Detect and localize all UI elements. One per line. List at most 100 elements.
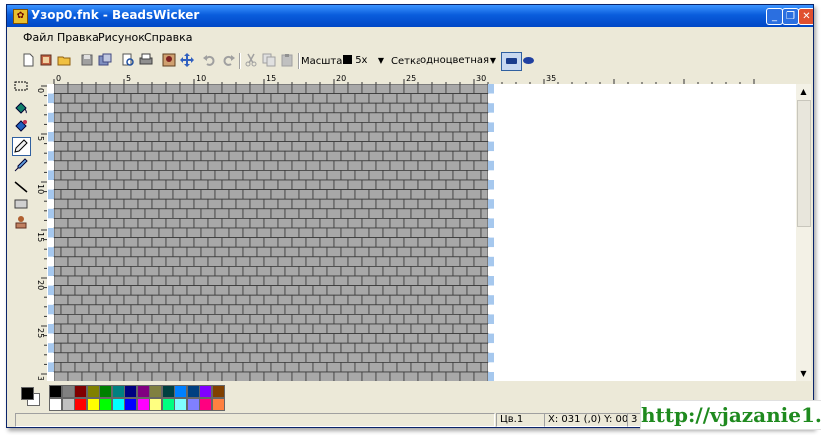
bead[interactable] — [333, 122, 349, 133]
bead[interactable] — [214, 285, 230, 296]
bead[interactable] — [242, 93, 258, 104]
bead[interactable] — [88, 265, 104, 277]
palette-swatch[interactable] — [86, 385, 100, 398]
bead[interactable] — [88, 361, 104, 373]
bead[interactable] — [319, 333, 335, 344]
bead[interactable] — [403, 294, 419, 306]
bead[interactable] — [424, 227, 440, 239]
bead[interactable] — [193, 198, 209, 210]
bead[interactable] — [256, 208, 272, 219]
bead[interactable] — [410, 112, 426, 123]
bead[interactable] — [361, 198, 377, 210]
bead[interactable] — [67, 371, 83, 381]
bead[interactable] — [438, 342, 454, 354]
bead[interactable] — [228, 304, 244, 315]
bead[interactable] — [109, 102, 125, 114]
bead[interactable] — [81, 141, 97, 152]
bead[interactable] — [186, 227, 202, 239]
bead[interactable] — [333, 102, 349, 114]
bead[interactable] — [221, 313, 237, 325]
bead[interactable] — [81, 256, 97, 267]
palette-swatch[interactable] — [111, 385, 125, 398]
bead[interactable] — [151, 333, 167, 344]
bead[interactable] — [368, 93, 384, 104]
bead[interactable] — [403, 84, 419, 95]
bead[interactable] — [256, 93, 272, 104]
bead[interactable] — [95, 352, 111, 363]
bead[interactable] — [424, 246, 440, 258]
bead[interactable] — [60, 342, 76, 354]
bead[interactable] — [284, 227, 300, 239]
bead[interactable] — [480, 150, 489, 162]
bead[interactable] — [102, 227, 118, 239]
bead[interactable] — [116, 304, 132, 315]
bead[interactable] — [445, 275, 461, 287]
bead[interactable] — [459, 217, 475, 229]
bead[interactable] — [81, 102, 97, 114]
bead[interactable] — [459, 160, 475, 171]
bead[interactable] — [445, 313, 461, 325]
bead[interactable] — [151, 352, 167, 363]
bead[interactable] — [123, 237, 139, 248]
bead[interactable] — [235, 84, 251, 95]
bead[interactable] — [53, 141, 69, 152]
bead[interactable] — [165, 160, 181, 171]
bead[interactable] — [277, 84, 293, 95]
bead[interactable] — [298, 361, 314, 373]
bead[interactable] — [277, 275, 293, 287]
bead[interactable] — [221, 179, 237, 191]
bead[interactable] — [389, 237, 405, 248]
bead[interactable] — [438, 150, 454, 162]
bead[interactable] — [179, 160, 195, 171]
bead[interactable] — [270, 304, 286, 315]
bead[interactable] — [270, 227, 286, 239]
bead[interactable] — [60, 323, 76, 335]
bead[interactable] — [249, 160, 265, 171]
bead[interactable] — [368, 131, 384, 143]
bead[interactable] — [319, 256, 335, 267]
bead[interactable] — [137, 160, 153, 171]
bead[interactable] — [326, 285, 342, 296]
bead[interactable] — [270, 323, 286, 335]
bead[interactable] — [354, 150, 370, 162]
bead[interactable] — [242, 189, 258, 200]
bead[interactable] — [382, 208, 398, 219]
bead[interactable] — [326, 131, 342, 143]
bead[interactable] — [102, 93, 118, 104]
bead[interactable] — [144, 246, 160, 258]
bead[interactable] — [123, 102, 139, 114]
bead-grid[interactable] — [47, 84, 796, 381]
bead[interactable] — [438, 285, 454, 296]
bead[interactable] — [480, 342, 489, 354]
bead[interactable] — [291, 141, 307, 152]
bead[interactable] — [200, 150, 216, 162]
bead[interactable] — [291, 256, 307, 267]
bead[interactable] — [88, 131, 104, 143]
bead[interactable] — [410, 93, 426, 104]
bead[interactable] — [53, 102, 69, 114]
bead[interactable] — [319, 237, 335, 248]
bead[interactable] — [340, 131, 356, 143]
bead[interactable] — [137, 333, 153, 344]
bead[interactable] — [256, 246, 272, 258]
bead[interactable] — [53, 131, 62, 143]
bead[interactable] — [172, 112, 188, 123]
bead[interactable] — [424, 150, 440, 162]
bead[interactable] — [277, 217, 293, 229]
bead[interactable] — [60, 170, 76, 181]
bead[interactable] — [305, 102, 321, 114]
bead[interactable] — [53, 189, 62, 200]
bead[interactable] — [466, 265, 482, 277]
new-icon[interactable] — [21, 53, 35, 67]
bead[interactable] — [270, 131, 286, 143]
bead[interactable] — [438, 131, 454, 143]
bead[interactable] — [109, 237, 125, 248]
bead[interactable] — [347, 198, 363, 210]
bead[interactable] — [375, 275, 391, 287]
bead[interactable] — [410, 208, 426, 219]
bead[interactable] — [137, 102, 153, 114]
bead[interactable] — [326, 227, 342, 239]
bead[interactable] — [53, 150, 62, 162]
bead[interactable] — [340, 93, 356, 104]
bead[interactable] — [67, 275, 83, 287]
